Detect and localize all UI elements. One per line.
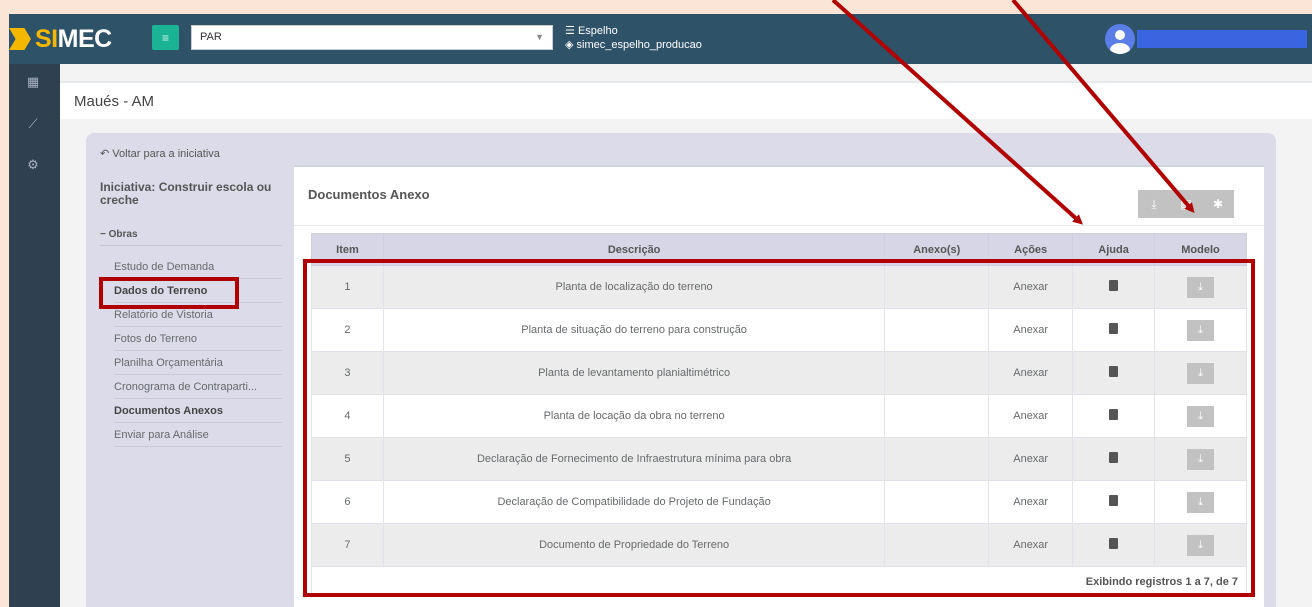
environment-info: ☰ Espelho ◈ simec_espelho_producao xyxy=(565,24,702,52)
back-link[interactable]: ↶ Voltar para a iniciativa xyxy=(100,147,220,160)
documents-title: Documentos Anexo xyxy=(308,187,430,202)
chevron-down-icon: ▼ xyxy=(535,32,544,42)
file-icon[interactable]: ▤ xyxy=(1170,190,1202,218)
download-icon[interactable]: ⤓ xyxy=(1138,190,1170,218)
system-select-value: PAR xyxy=(200,31,222,43)
side-nav: ▦ ⟋ ⚙ xyxy=(9,64,60,607)
grid-icon[interactable]: ▦ xyxy=(25,74,41,90)
user-name-redacted xyxy=(1137,30,1307,48)
menu-toggle-button[interactable]: ≡ xyxy=(152,25,179,50)
menu-item-fotos-terreno[interactable]: Fotos do Terreno xyxy=(114,327,282,351)
page-title: Maués - AM xyxy=(60,81,1312,119)
frame-border-left xyxy=(0,0,9,607)
logo-arrow-icon xyxy=(9,28,31,50)
frame-border-top xyxy=(0,0,1312,14)
env-db: simec_espelho_producao xyxy=(576,39,702,51)
env-label: Espelho xyxy=(577,25,618,37)
cube-icon: ◈ xyxy=(565,39,574,51)
avatar[interactable] xyxy=(1105,24,1135,54)
divider xyxy=(100,245,282,246)
initiative-title: Iniciativa: Construir escola ou creche xyxy=(100,180,272,207)
gear-icon[interactable]: ✱ xyxy=(1202,190,1234,218)
logo[interactable]: SIMEC xyxy=(9,24,112,54)
user-menu[interactable] xyxy=(1105,24,1307,54)
menu-item-estudo-demanda[interactable]: Estudo de Demanda xyxy=(114,255,282,279)
system-select[interactable]: PAR ▼ xyxy=(191,25,553,50)
group-obras[interactable]: − Obras xyxy=(100,229,138,240)
menu-item-cronograma[interactable]: Cronograma de Contraparti... xyxy=(114,375,282,399)
menu-item-enviar-analise[interactable]: Enviar para Análise xyxy=(114,423,282,447)
chart-icon[interactable]: ⟋ xyxy=(25,116,41,132)
menu-item-documentos-anexos[interactable]: Documentos Anexos xyxy=(114,399,282,423)
cogs-icon[interactable]: ⚙ xyxy=(25,157,41,173)
minus-icon: − xyxy=(100,229,106,240)
divider xyxy=(294,225,1264,226)
toolbar: ⤓ ▤ ✱ xyxy=(1138,190,1234,218)
back-arrow-icon: ↶ xyxy=(100,148,110,160)
annotation-box-table xyxy=(303,259,1255,597)
menu-item-planilha-orcamentaria[interactable]: Planilha Orçamentária xyxy=(114,351,282,375)
logo-text: SIMEC xyxy=(35,24,112,53)
annotation-box-dados-terreno xyxy=(99,277,239,309)
top-bar: SIMEC ≡ PAR ▼ ☰ Espelho ◈ simec_espelho_… xyxy=(9,14,1312,64)
database-icon: ☰ xyxy=(565,25,575,37)
